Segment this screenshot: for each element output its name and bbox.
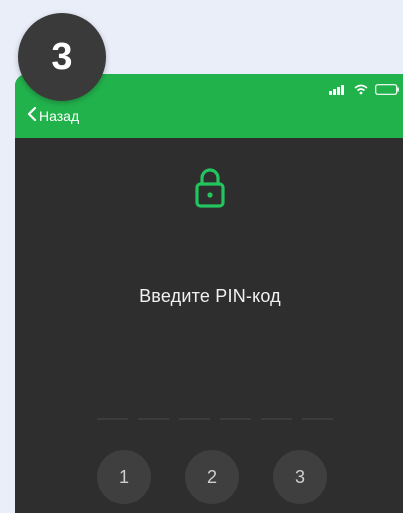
pin-prompt: Введите PIN-код	[139, 286, 281, 306]
phone-screen: Назад Введите PIN-код 1 2 3	[15, 74, 403, 513]
step-badge: 3	[18, 13, 106, 101]
pin-digit-slot	[97, 418, 128, 420]
signal-icon	[329, 82, 347, 100]
back-label: Назад	[39, 107, 80, 124]
pin-digit-slot	[138, 418, 169, 420]
keypad-key-2[interactable]: 2	[185, 450, 239, 504]
chevron-left-icon	[27, 106, 37, 124]
screenshot-frame: Назад Введите PIN-код 1 2 3 3	[0, 0, 403, 513]
keypad-key-1[interactable]: 1	[97, 450, 151, 504]
pin-input[interactable]	[97, 418, 333, 420]
keypad: 1 2 3	[97, 450, 327, 504]
pin-digit-slot	[179, 418, 210, 420]
pin-digit-slot	[220, 418, 251, 420]
back-button[interactable]: Назад	[27, 106, 80, 124]
lock-icon	[192, 166, 228, 210]
status-bar	[329, 82, 399, 100]
battery-icon	[375, 82, 399, 100]
keypad-key-3[interactable]: 3	[273, 450, 327, 504]
pin-digit-slot	[261, 418, 292, 420]
wifi-icon	[354, 82, 368, 100]
pin-digit-slot	[302, 418, 333, 420]
